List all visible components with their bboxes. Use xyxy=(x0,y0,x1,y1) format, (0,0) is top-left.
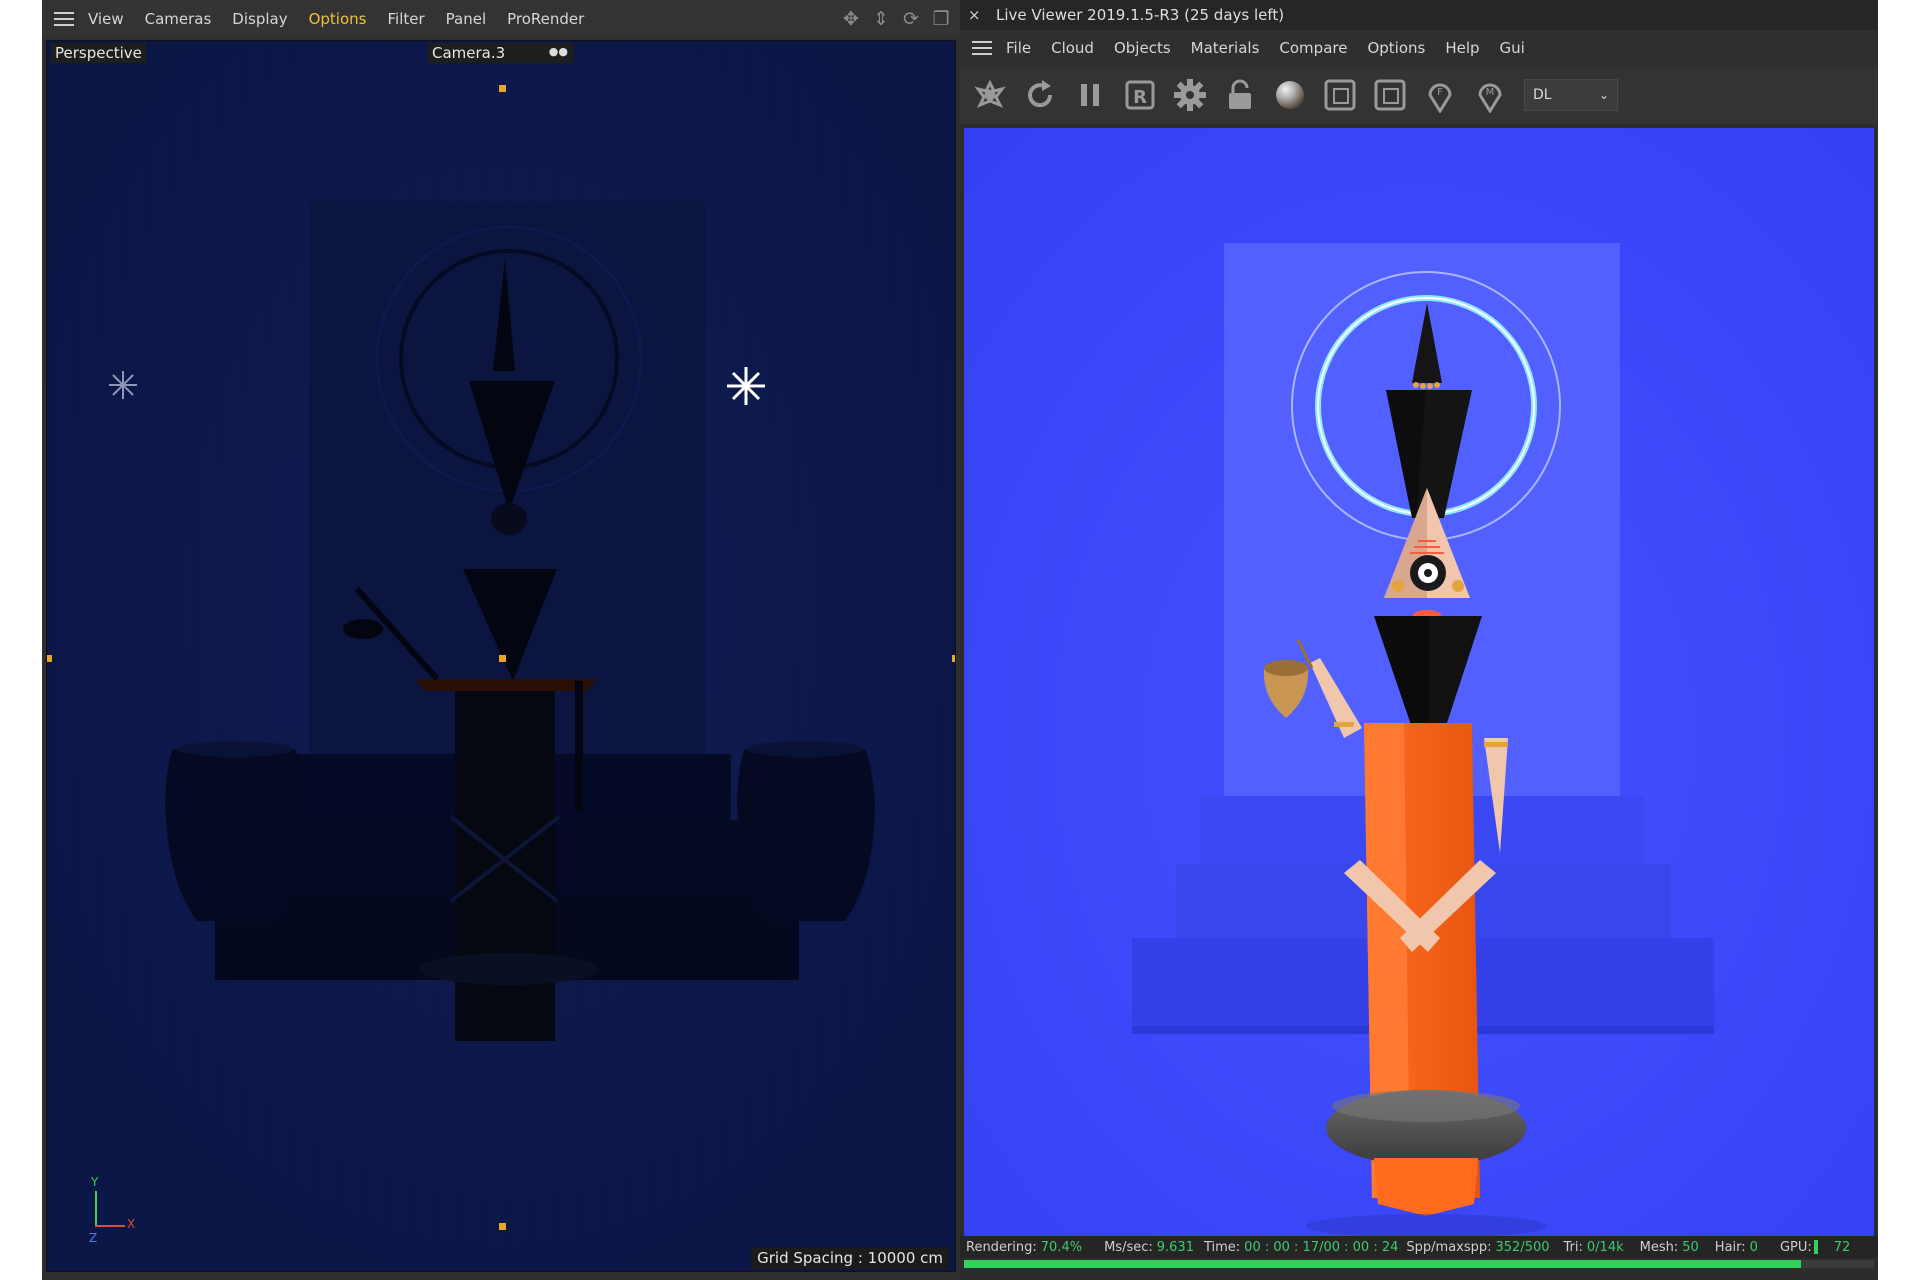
menu-options[interactable]: Options xyxy=(309,10,367,28)
frame-handle-center[interactable] xyxy=(499,655,506,662)
menu-prorender[interactable]: ProRender xyxy=(507,10,584,28)
frame-handle-right[interactable] xyxy=(952,655,955,662)
tri-label: Tri: xyxy=(1563,1239,1583,1255)
menu-help[interactable]: Help xyxy=(1445,39,1479,57)
frame-handle-bottom[interactable] xyxy=(499,1223,506,1230)
viewport-nav-icons: ✥ ⇕ ⟳ ❐ xyxy=(840,8,952,30)
perspective-viewport[interactable]: Perspective Camera.3 ●● Y X Z Grid Spaci… xyxy=(46,40,956,1272)
toggle-layout-icon[interactable]: ❐ xyxy=(930,8,952,30)
settings-gear-icon[interactable] xyxy=(1168,73,1212,117)
time-value: 00 : 00 : 17/00 : 00 : 24 xyxy=(1244,1239,1399,1255)
vase-right-shape xyxy=(737,749,875,921)
pin-m-icon[interactable]: M xyxy=(1468,73,1512,117)
menu-compare[interactable]: Compare xyxy=(1279,39,1347,57)
move-view-icon[interactable]: ✥ xyxy=(840,8,862,30)
live-viewer-toolbar: R F M DL ⌄ xyxy=(960,66,1878,124)
vase-left-shape xyxy=(165,749,305,921)
menu-view[interactable]: View xyxy=(88,10,124,28)
lock-icon[interactable] xyxy=(1218,73,1262,117)
screenshot-stage: View Cameras Display Options Filter Pane… xyxy=(0,0,1920,1280)
pan-view-icon[interactable]: ⇕ xyxy=(870,8,892,30)
menu-materials[interactable]: Materials xyxy=(1191,39,1260,57)
hamburger-menu-icon[interactable] xyxy=(972,41,992,55)
menu-gui[interactable]: Gui xyxy=(1500,39,1525,57)
frame-handle-left[interactable] xyxy=(47,655,52,662)
frame-handle-top[interactable] xyxy=(499,85,506,92)
active-camera-label[interactable]: Camera.3 ●● xyxy=(428,43,574,63)
send-scene-icon[interactable] xyxy=(968,73,1012,117)
ms-label: Ms/sec: xyxy=(1104,1239,1153,1255)
rendering-value: 70.4% xyxy=(1040,1239,1083,1255)
window-title: Live Viewer 2019.1.5-R3 (25 days left) xyxy=(996,6,1285,24)
render-progress-fill xyxy=(964,1260,1802,1268)
gpu-label: GPU: xyxy=(1779,1239,1812,1255)
live-viewer-titlebar: × Live Viewer 2019.1.5-R3 (25 days left) xyxy=(960,0,1878,30)
rendered-scene xyxy=(964,128,1874,1236)
frame-region-alt-icon[interactable] xyxy=(1368,73,1412,117)
time-label: Time: xyxy=(1203,1239,1241,1255)
frame-region-icon[interactable] xyxy=(1318,73,1362,117)
render-output[interactable] xyxy=(964,128,1874,1236)
kernel-select[interactable]: DL ⌄ xyxy=(1524,79,1618,111)
ms-value: 9.631 xyxy=(1156,1239,1194,1255)
menu-cameras[interactable]: Cameras xyxy=(145,10,212,28)
live-viewer-window: × Live Viewer 2019.1.5-R3 (25 days left)… xyxy=(960,0,1878,1280)
view-mode-label[interactable]: Perspective xyxy=(51,43,146,63)
render-progress-bar xyxy=(964,1260,1874,1268)
gpu-meter xyxy=(1813,1240,1818,1254)
material-ball-icon[interactable] xyxy=(1268,73,1312,117)
menu-options[interactable]: Options xyxy=(1367,39,1425,57)
axis-gizmo: Y X Z xyxy=(83,1175,143,1245)
spp-label: Spp/maxspp: xyxy=(1406,1239,1492,1255)
mesh-label: Mesh: xyxy=(1639,1239,1679,1255)
render-status-bar: Rendering: 70.4% Ms/sec: 9.631 Time: 00 … xyxy=(960,1236,1878,1258)
hair-value: 0 xyxy=(1749,1239,1758,1255)
camera-icon: ●● xyxy=(548,45,568,58)
spp-value: 352/500 xyxy=(1495,1239,1550,1255)
menu-filter[interactable]: Filter xyxy=(387,10,424,28)
camera-name: Camera.3 xyxy=(432,44,506,62)
close-icon[interactable]: × xyxy=(968,6,988,24)
r-region-icon[interactable]: R xyxy=(1118,73,1162,117)
svg-text:M: M xyxy=(1486,87,1495,98)
menu-file[interactable]: File xyxy=(1006,39,1031,57)
chevron-down-icon: ⌄ xyxy=(1598,88,1609,102)
axis-x-label: X xyxy=(127,1217,136,1231)
rotate-view-icon[interactable]: ⟳ xyxy=(900,8,922,30)
restart-render-icon[interactable] xyxy=(1018,73,1062,117)
tri-value: 0/14k xyxy=(1586,1239,1624,1255)
svg-text:R: R xyxy=(1133,87,1147,108)
pause-icon[interactable] xyxy=(1068,73,1112,117)
menu-objects[interactable]: Objects xyxy=(1114,39,1171,57)
menu-cloud[interactable]: Cloud xyxy=(1051,39,1094,57)
live-viewer-menu-bar: File Cloud Objects Materials Compare Opt… xyxy=(960,30,1878,66)
light-left-icon xyxy=(109,371,137,399)
rendering-label: Rendering: xyxy=(966,1239,1037,1255)
menu-display[interactable]: Display xyxy=(232,10,287,28)
hair-label: Hair: xyxy=(1714,1239,1746,1255)
pin-f-icon[interactable]: F xyxy=(1418,73,1462,117)
menu-panel[interactable]: Panel xyxy=(446,10,486,28)
axis-z-label: Z xyxy=(89,1231,98,1245)
gpu-value: 72 xyxy=(1833,1239,1851,1255)
kernel-select-value: DL xyxy=(1533,87,1552,103)
editor-viewport-panel: View Cameras Display Options Filter Pane… xyxy=(42,0,960,1280)
mesh-value: 50 xyxy=(1682,1239,1699,1255)
svg-text:F: F xyxy=(1437,87,1443,98)
grid-spacing-readout: Grid Spacing : 10000 cm xyxy=(751,1247,949,1269)
viewport-menu-bar: View Cameras Display Options Filter Pane… xyxy=(42,0,960,38)
hamburger-menu-icon[interactable] xyxy=(54,12,74,26)
axis-y-label: Y xyxy=(91,1175,99,1189)
